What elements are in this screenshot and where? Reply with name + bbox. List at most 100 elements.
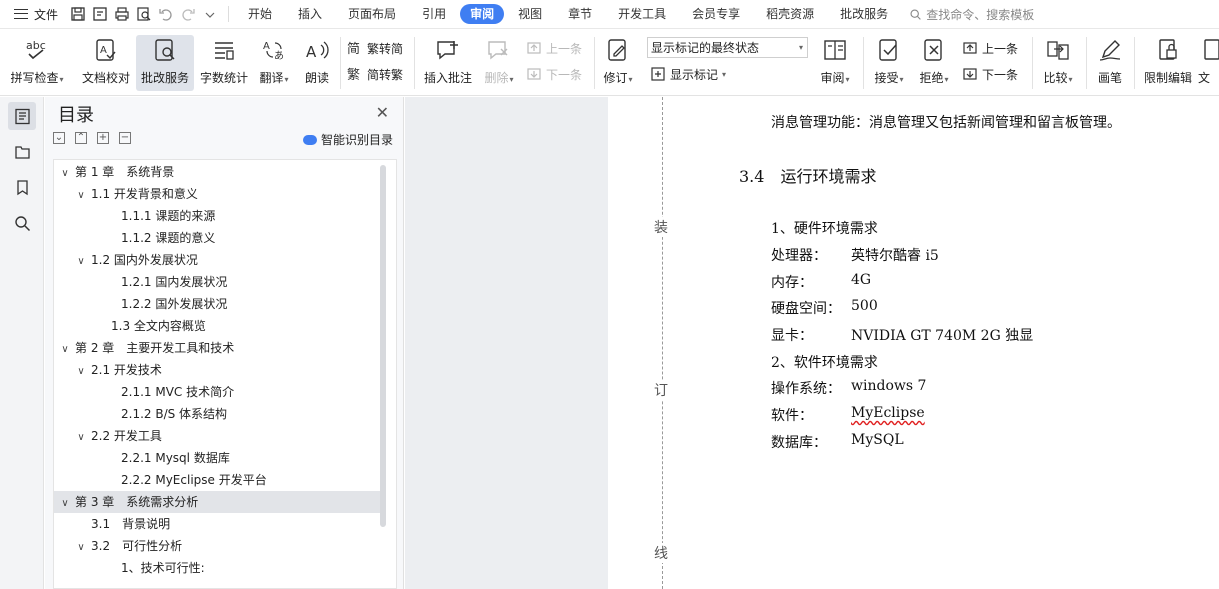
tab-3[interactable]: 引用 [410, 4, 458, 24]
simp-to-trad-icon: 繁 [347, 67, 360, 82]
svg-text:A: A [263, 41, 270, 52]
toc-item[interactable]: 1.1.1 课题的来源 [54, 205, 380, 227]
spell-check-button[interactable]: abc 拼写检查▾ [8, 35, 66, 91]
track-changes-icon [603, 35, 633, 65]
toc-item[interactable]: 1.2.1 国内发展状况 [54, 271, 380, 293]
word-count-icon [209, 35, 239, 65]
toc-item[interactable]: 2.2.2 MyEclipse 开发平台 [54, 469, 380, 491]
compare-button[interactable]: 比较▾ [1038, 35, 1078, 91]
smart-toc-button[interactable]: 智能识别目录 [302, 131, 393, 148]
doc-proof-button[interactable]: A 文档校对 [78, 35, 134, 91]
toc-item[interactable]: ∨ 第 3 章 系统需求分析 [54, 491, 380, 513]
tab-2[interactable]: 页面布局 [336, 4, 408, 24]
pen-button[interactable]: 画笔 [1092, 35, 1128, 91]
simp-to-trad-label: 简转繁 [367, 67, 404, 82]
tab-8[interactable]: 会员专享 [680, 4, 752, 24]
tab-6[interactable]: 章节 [556, 4, 604, 24]
tab-4[interactable]: 审阅 [460, 4, 505, 24]
toc-item[interactable]: 1.2.2 国外发展状况 [54, 293, 380, 315]
next-change-button[interactable]: 下一条 [962, 64, 1018, 84]
add-heading-icon[interactable]: + [97, 132, 109, 144]
correction-service-button[interactable]: 批改服务 [136, 35, 194, 91]
chevron-down-icon[interactable]: ∨ [60, 339, 70, 361]
toc-item[interactable]: ∨ 1.1 开发背景和意义 [54, 183, 380, 205]
tab-5[interactable]: 视图 [506, 4, 554, 24]
toc-item[interactable]: ∨ 第 1 章 系统背景 [54, 161, 380, 183]
export-pdf-icon[interactable] [92, 6, 108, 22]
remove-heading-icon[interactable]: − [119, 132, 131, 144]
spec-value: MySQL [851, 432, 904, 448]
insert-comment-label: 插入批注 [423, 71, 472, 85]
toc-item[interactable]: ∨ 2.2 开发工具 [54, 425, 380, 447]
chevron-down-icon[interactable]: ∨ [76, 185, 86, 207]
chevron-down-icon[interactable]: ∨ [60, 163, 70, 185]
expand-all-icon[interactable]: ⌄ [53, 132, 65, 144]
save-icon[interactable] [70, 6, 86, 22]
accept-button[interactable]: 接受▾ [870, 35, 908, 91]
find-nav-button[interactable] [8, 209, 36, 237]
print-icon[interactable] [114, 6, 130, 22]
word-count-label: 字数统计 [199, 71, 248, 85]
bookmark-nav-button[interactable] [8, 173, 36, 201]
ribbon-toolbar: abc 拼写检查▾ A 文档校对 批改服务 字数统计 Aあ 翻译▾ A 朗读 简… [0, 29, 1219, 96]
toc-item-label: 3.1 背景说明 [91, 517, 171, 531]
translate-label: 翻译 [259, 71, 284, 85]
toc-item[interactable]: 1.1.2 课题的意义 [54, 227, 380, 249]
chevron-down-icon[interactable]: ∨ [76, 251, 86, 273]
chevron-down-icon[interactable]: ∨ [60, 493, 70, 515]
toc-item[interactable]: 1.3 全文内容概览 [54, 315, 380, 337]
prev-change-button[interactable]: 上一条 [962, 38, 1018, 58]
toc-item[interactable]: ∨ 1.2 国内外发展状况 [54, 249, 380, 271]
markup-state-dropdown[interactable]: 显示标记的最终状态 ▾ [647, 37, 808, 58]
toc-item[interactable]: ∨ 第 2 章 主要开发工具和技术 [54, 337, 380, 359]
trad-to-simp-button[interactable]: 简 繁转简 [347, 38, 403, 58]
track-changes-button[interactable]: 修订▾ [600, 35, 636, 91]
reject-button[interactable]: 拒绝▾ [914, 35, 954, 91]
tab-7[interactable]: 开发工具 [606, 4, 678, 24]
toc-item[interactable]: 1、技术可行性: [54, 557, 380, 579]
next-comment-button[interactable]: 下一条 [526, 64, 582, 84]
chevron-down-icon[interactable]: ∨ [76, 427, 86, 449]
chevron-down-icon[interactable]: ∨ [76, 361, 86, 383]
chapter-nav-button[interactable] [8, 137, 36, 165]
tab-0[interactable]: 开始 [236, 4, 284, 24]
toc-item[interactable]: 3.1 背景说明 [54, 513, 380, 535]
undo-icon[interactable] [158, 6, 174, 22]
insert-comment-button[interactable]: 插入批注 [420, 35, 476, 91]
toc-item[interactable]: ∨ 3.2 可行性分析 [54, 535, 380, 557]
word-count-button[interactable]: 字数统计 [197, 35, 251, 91]
review-button[interactable]: 审阅▾ [815, 35, 855, 91]
read-aloud-button[interactable]: A 朗读 [299, 35, 335, 91]
markup-state-value: 显示标记的最终状态 [651, 41, 760, 55]
toc-item[interactable]: 2.2.1 Mysql 数据库 [54, 447, 380, 469]
delete-comment-button[interactable]: 删除▾ [480, 35, 518, 91]
prev-comment-button[interactable]: 上一条 [526, 38, 582, 58]
toc-item-label: 2.1.1 MVC 技术简介 [121, 385, 235, 399]
restrict-edit-button[interactable]: 限制编辑 [1140, 35, 1196, 91]
toc-item[interactable]: 2.1.1 MVC 技术简介 [54, 381, 380, 403]
ribbon-divider [863, 37, 864, 89]
simp-to-trad-button[interactable]: 繁 简转繁 [347, 64, 403, 84]
toc-nav-button[interactable] [8, 102, 36, 130]
tab-1[interactable]: 插入 [286, 4, 334, 24]
tab-10[interactable]: 批改服务 [828, 4, 900, 24]
redo-icon[interactable] [180, 6, 196, 22]
show-markup-button[interactable]: 显示标记 ▾ [650, 64, 726, 84]
tab-9[interactable]: 稻壳资源 [754, 4, 826, 24]
command-search[interactable]: 查找命令、搜索模板 [909, 6, 1034, 23]
translate-button[interactable]: Aあ 翻译▾ [255, 35, 293, 91]
print-preview-icon[interactable] [136, 6, 152, 22]
customize-toolbar-icon[interactable] [202, 6, 218, 22]
collapse-all-icon[interactable]: ⌃ [75, 132, 87, 144]
binding-line [662, 97, 663, 589]
toc-scrollbar[interactable] [380, 165, 386, 527]
file-menu-button[interactable]: 文件 [0, 0, 66, 29]
search-icon [14, 215, 30, 231]
chevron-down-icon[interactable]: ∨ [76, 537, 86, 559]
trad-to-simp-label: 繁转简 [367, 41, 404, 56]
toc-item[interactable]: ∨ 2.1 开发技术 [54, 359, 380, 381]
toc-item[interactable]: 2.1.2 B/S 体系结构 [54, 403, 380, 425]
close-icon[interactable]: ✕ [376, 103, 389, 122]
doc-permission-button[interactable]: 文 [1198, 35, 1219, 91]
pen-icon [1095, 35, 1125, 65]
